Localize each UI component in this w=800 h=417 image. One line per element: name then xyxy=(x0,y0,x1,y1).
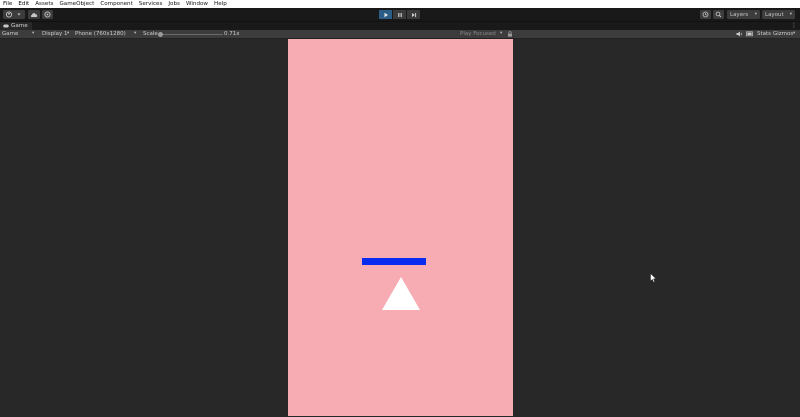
play-button[interactable] xyxy=(379,10,392,19)
chevron-down-icon: ▾ xyxy=(789,12,792,17)
paddle xyxy=(362,258,426,265)
menu-jobs[interactable]: Jobs xyxy=(165,0,183,8)
menu-assets[interactable]: Assets xyxy=(32,0,56,8)
audio-toggle[interactable] xyxy=(736,31,743,37)
collab-icon xyxy=(44,11,51,18)
scale-slider-handle[interactable] xyxy=(158,31,163,37)
view-mode-dropdown[interactable]: Game xyxy=(2,30,18,38)
history-icon xyxy=(702,11,709,18)
cloud-button[interactable] xyxy=(28,10,40,19)
account-dropdown[interactable] xyxy=(3,10,25,19)
play-mode-dropdown[interactable]: Play Focused xyxy=(460,30,496,38)
lock-icon xyxy=(508,31,512,37)
scale-value: 0.71x xyxy=(224,31,240,37)
chevron-down-icon: ▾ xyxy=(32,31,35,36)
gizmos-button[interactable]: Gizmos xyxy=(773,30,793,38)
view-mode-label: Game xyxy=(2,31,19,37)
play-icon xyxy=(384,12,388,17)
collab-button[interactable] xyxy=(42,10,53,19)
monitor-icon xyxy=(746,31,753,37)
scale-label: Scale xyxy=(143,31,158,37)
layout-dropdown[interactable]: Layout ▾ xyxy=(762,10,795,19)
menu-file[interactable]: File xyxy=(0,0,15,8)
layout-label: Layout xyxy=(765,11,784,18)
menu-bar: File Edit Assets GameObject Component Se… xyxy=(0,0,800,8)
menu-component[interactable]: Component xyxy=(97,0,135,8)
chevron-down-icon: ▾ xyxy=(793,31,796,36)
scale-slider-track[interactable] xyxy=(162,33,223,35)
speaker-icon xyxy=(736,31,742,37)
tab-game-label: Game xyxy=(11,23,28,29)
gamepad-icon xyxy=(3,24,9,28)
playback-controls xyxy=(379,10,420,19)
chevron-down-icon: ▾ xyxy=(754,12,757,17)
step-button[interactable] xyxy=(407,10,420,19)
tab-game[interactable]: Game xyxy=(0,22,32,30)
cloud-icon xyxy=(30,12,38,17)
pause-icon xyxy=(397,12,402,17)
chevron-down-icon xyxy=(17,13,21,16)
aspect-toggle[interactable] xyxy=(746,31,753,37)
chevron-down-icon: ▾ xyxy=(500,31,503,36)
account-icon xyxy=(5,11,21,18)
search-button[interactable] xyxy=(713,10,724,19)
step-icon xyxy=(411,12,416,17)
play-mode-label: Play Focused xyxy=(460,31,496,37)
history-button[interactable] xyxy=(700,10,711,19)
menu-help[interactable]: Help xyxy=(211,0,230,8)
menu-gameobject[interactable]: GameObject xyxy=(56,0,97,8)
mute-toggle[interactable] xyxy=(507,31,513,37)
game-view-toolbar: Game ▾ Display 1 ▾ Phone (760x1280) ▾ Sc… xyxy=(0,30,800,39)
game-view[interactable] xyxy=(0,39,800,417)
resolution-label: Phone (760x1280) xyxy=(75,31,126,37)
display-dropdown[interactable]: Display 1 xyxy=(42,30,68,38)
chevron-down-icon: ▾ xyxy=(134,31,137,36)
game-canvas[interactable] xyxy=(288,39,513,416)
menu-window[interactable]: Window xyxy=(183,0,211,8)
resolution-dropdown[interactable]: Phone (760x1280) xyxy=(75,30,126,38)
tab-bar: Game ⋮ xyxy=(0,22,800,30)
menu-services[interactable]: Services xyxy=(136,0,166,8)
menu-edit[interactable]: Edit xyxy=(15,0,32,8)
triangle-player xyxy=(382,277,420,310)
layers-dropdown[interactable]: Layers ▾ xyxy=(727,10,760,19)
display-label: Display 1 xyxy=(42,31,68,37)
pause-button[interactable] xyxy=(393,10,406,19)
stats-button[interactable]: Stats xyxy=(757,30,771,38)
layers-label: Layers xyxy=(730,11,749,18)
more-options-icon[interactable]: ⋮ xyxy=(791,23,797,29)
chevron-down-icon: ▾ xyxy=(67,31,70,36)
mouse-pointer-icon xyxy=(650,273,657,283)
main-toolbar: Layers ▾ Layout ▾ xyxy=(0,8,800,22)
search-icon xyxy=(715,11,722,18)
